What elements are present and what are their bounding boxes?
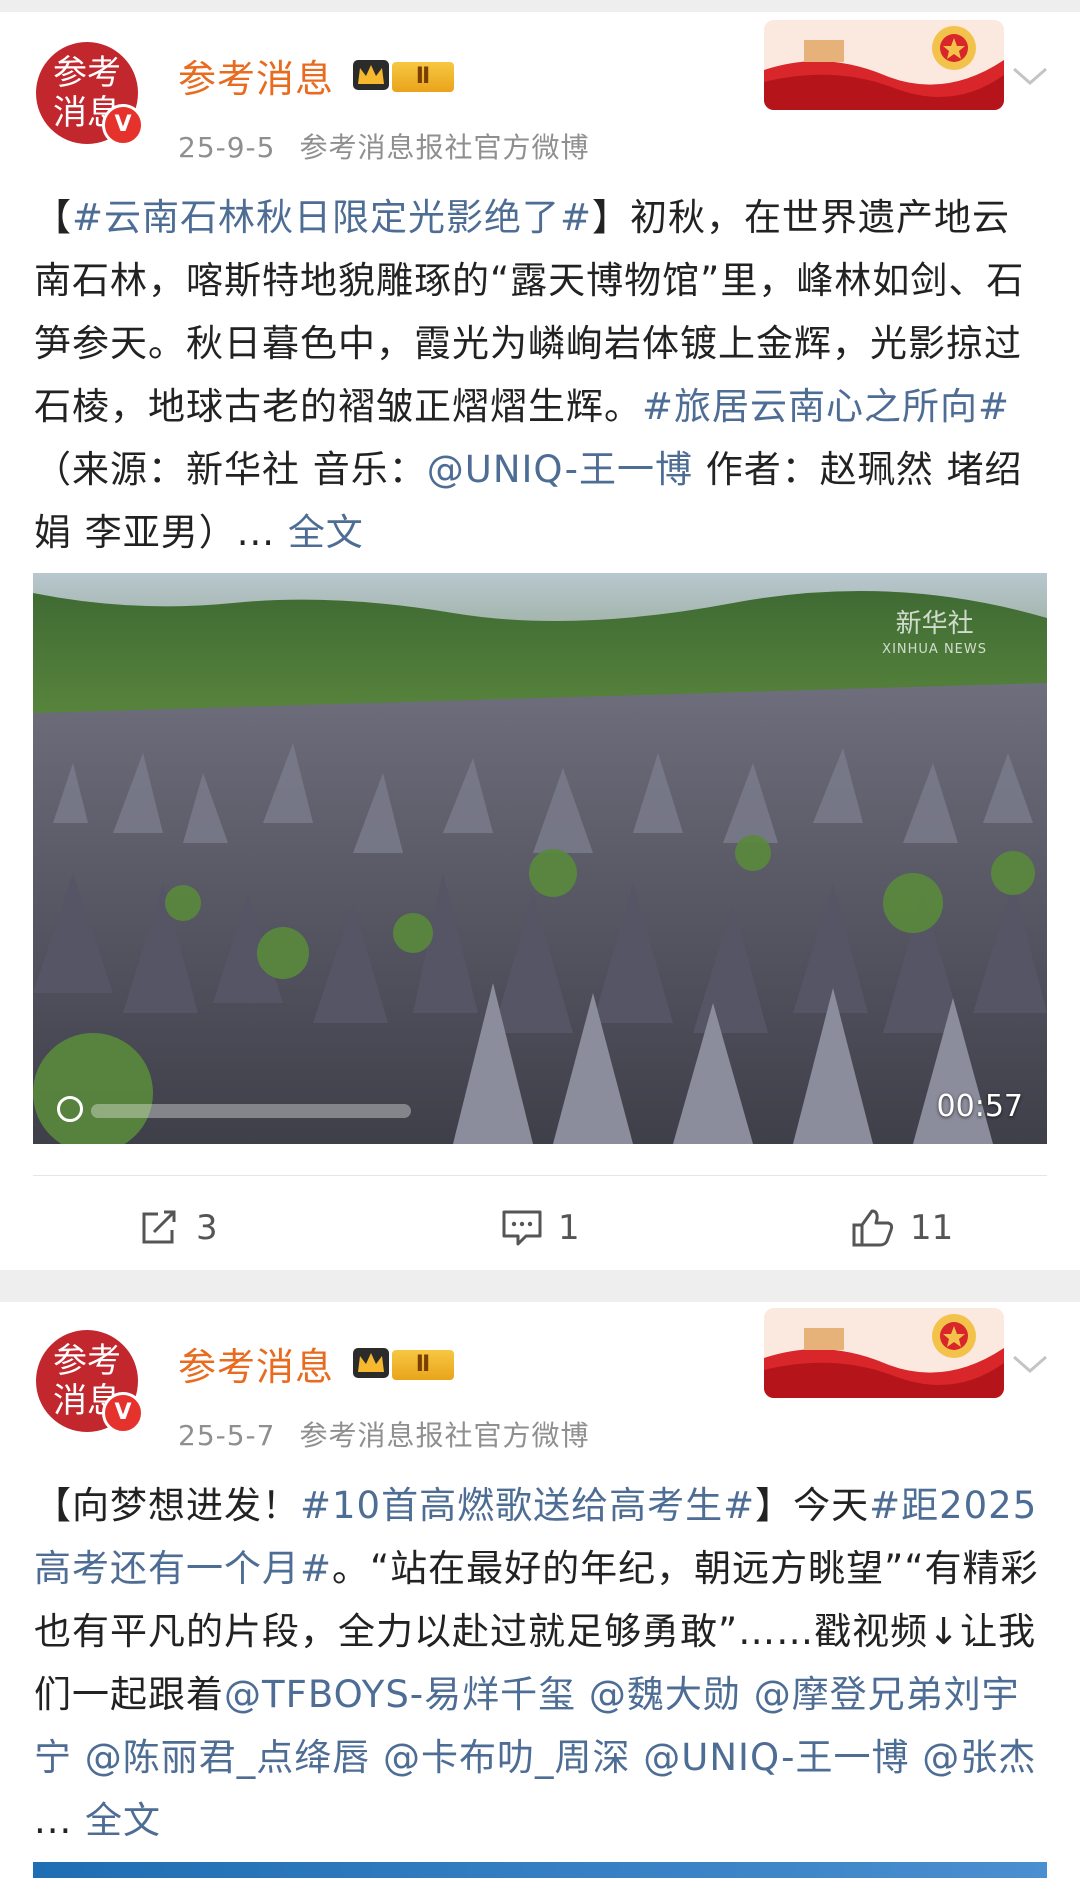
- watermark-subtext: XINHUA NEWS: [882, 642, 987, 657]
- verified-badge: V: [102, 104, 144, 146]
- chevron-down-icon[interactable]: [1010, 1352, 1050, 1376]
- like-icon: [852, 1209, 894, 1247]
- rank-badge: Ⅱ: [392, 62, 454, 92]
- repost-button[interactable]: 3: [138, 1204, 218, 1252]
- divider: [33, 1175, 1047, 1176]
- post-text-segment: [741, 1673, 754, 1716]
- author-avatar[interactable]: 参考消息 V: [36, 42, 144, 146]
- mention-link[interactable]: @张杰: [922, 1736, 1036, 1779]
- post-text: 【向梦想进发！#10首高燃歌送给高考生#】今天#距2025高考还有一个月#。“站…: [34, 1474, 1046, 1852]
- post-text: 【#云南石林秋日限定光影绝了#】初秋，在世界遗产地云南石林，喀斯特地貌雕琢的“露…: [34, 186, 1046, 564]
- crown-icon: [353, 60, 389, 90]
- repost-count: 3: [196, 1208, 218, 1248]
- comment-count: 1: [558, 1208, 580, 1248]
- author-avatar[interactable]: 参考消息 V: [36, 1330, 144, 1434]
- video-watermark: 新华社 XINHUA NEWS: [882, 611, 987, 663]
- mention-link[interactable]: @TFBOYS-易烊千玺: [224, 1673, 576, 1716]
- rank-badge: Ⅱ: [392, 1350, 454, 1380]
- weibo-post-1[interactable]: 参考消息 V 参考消息 Ⅱ 25-9-5 参考消息报社官方微博 【#云南石林秋日限…: [0, 12, 1080, 1270]
- play-indicator-icon[interactable]: [57, 1096, 83, 1122]
- comment-icon: [502, 1210, 542, 1246]
- like-count: 11: [910, 1208, 954, 1248]
- post-text-segment: [72, 1736, 85, 1779]
- post-text-segment: [576, 1673, 589, 1716]
- expand-full-text-link[interactable]: 全文: [85, 1799, 161, 1842]
- post-text-segment: [631, 1736, 644, 1779]
- video-progress-bar: [91, 1104, 411, 1118]
- post-date: 25-5-7: [178, 1419, 276, 1452]
- crown-icon: [353, 1348, 389, 1378]
- decorative-banner: [764, 1308, 1004, 1398]
- mention-link[interactable]: @UNIQ-王一博: [427, 448, 693, 491]
- hashtag-link[interactable]: #10首高燃歌送给高考生#: [300, 1484, 755, 1527]
- post-text-segment: ...: [34, 1799, 86, 1842]
- post-source: 参考消息报社官方微博: [299, 1419, 590, 1452]
- mention-link[interactable]: @魏大勋: [589, 1673, 741, 1716]
- post-text-segment: （来源：新华社 音乐：: [34, 448, 427, 491]
- author-name[interactable]: 参考消息: [178, 1336, 334, 1391]
- post-meta: 25-9-5 参考消息报社官方微博: [178, 126, 589, 166]
- post-source: 参考消息报社官方微博: [299, 131, 590, 164]
- post-text-segment: 【向梦想进发！: [34, 1484, 300, 1527]
- watermark-text: 新华社: [895, 609, 974, 639]
- weibo-post-2[interactable]: 参考消息 V 参考消息 Ⅱ 25-5-7 参考消息报社官方微博 【向梦想进发！#1…: [0, 1302, 1080, 1898]
- post-text-segment: 【: [34, 196, 72, 239]
- mention-link[interactable]: @卡布叻_周深: [383, 1736, 631, 1779]
- video-duration: 00:57: [936, 1089, 1023, 1124]
- post-text-segment: [909, 1736, 922, 1779]
- expand-full-text-link[interactable]: 全文: [288, 511, 364, 554]
- hashtag-link[interactable]: #云南石林秋日限定光影绝了#: [72, 196, 592, 239]
- mention-link[interactable]: @UNIQ-王一博: [643, 1736, 909, 1779]
- mention-link[interactable]: @陈丽君_点绛唇: [85, 1736, 371, 1779]
- repost-icon: [142, 1210, 176, 1244]
- post-text-segment: [370, 1736, 383, 1779]
- chevron-down-icon[interactable]: [1010, 64, 1050, 88]
- post-meta: 25-5-7 参考消息报社官方微博: [178, 1414, 589, 1454]
- verified-badge: V: [102, 1392, 144, 1434]
- media-preview-edge: [33, 1862, 1047, 1878]
- post-text-segment: 】今天: [755, 1484, 870, 1527]
- author-name[interactable]: 参考消息: [178, 48, 334, 103]
- post-date: 25-9-5: [178, 131, 276, 164]
- video-player[interactable]: 新华社 XINHUA NEWS 00:57: [33, 573, 1047, 1144]
- hashtag-link[interactable]: #旅居云南心之所向#: [642, 385, 1010, 428]
- like-button[interactable]: 11: [850, 1204, 953, 1252]
- comment-button[interactable]: 1: [500, 1204, 580, 1252]
- decorative-banner: [764, 20, 1004, 110]
